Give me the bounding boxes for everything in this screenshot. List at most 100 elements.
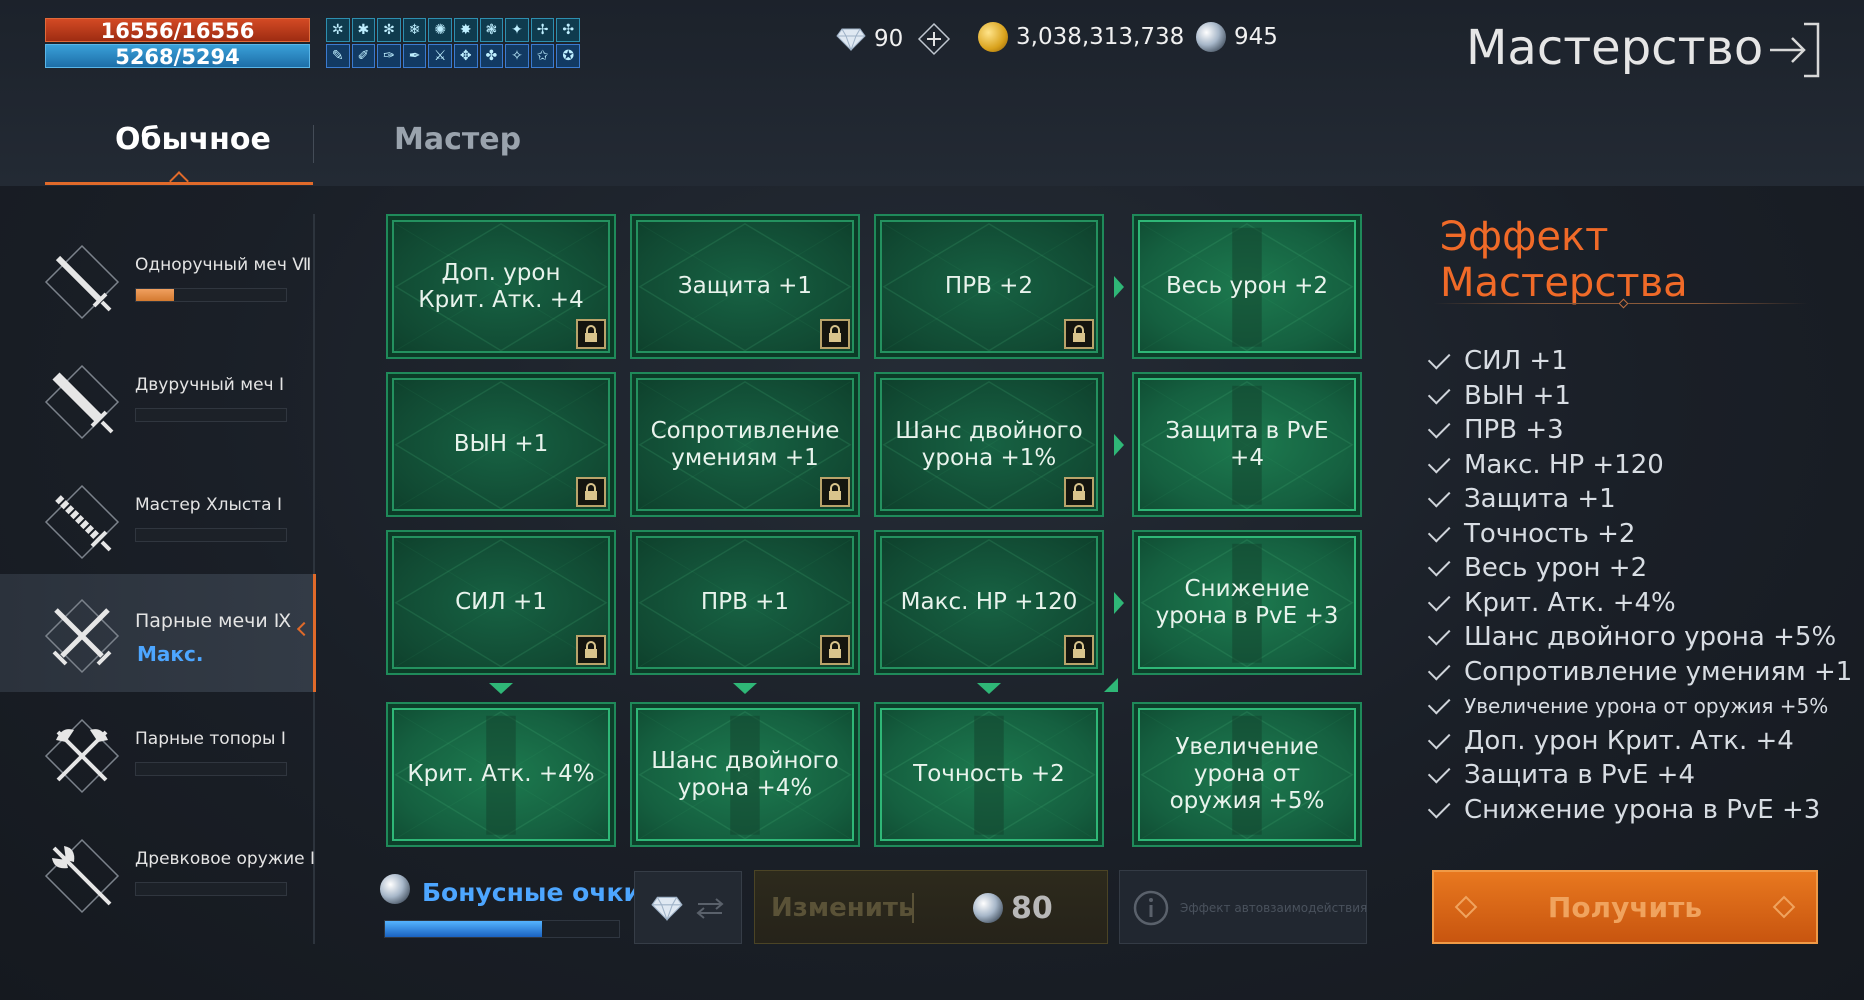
tab-normal[interactable]: Обычное [115, 122, 271, 157]
buff-icon: ⚔ [428, 44, 452, 68]
mastery-node-label: Крит. Атк. +4% [407, 761, 595, 787]
weapon-progress-bar [135, 882, 287, 896]
change-cost: 80 [1011, 891, 1053, 926]
effect-item: Снижение урона в PvE +3 [1427, 793, 1832, 828]
buff-icon: ✧ [505, 44, 529, 68]
weapon-name: Парные мечи Ⅸ [135, 610, 292, 632]
ornament-left [1454, 895, 1478, 919]
weapon-name: Мастер Хлыста Ⅰ [135, 495, 283, 515]
buff-icon: ❄ [402, 18, 427, 42]
mastery-node-label: Сопротивление умениям +1 [650, 417, 840, 471]
lock-icon [820, 477, 850, 507]
effect-title: Эффект Мастерства [1440, 214, 1688, 306]
weapon-progress-bar [135, 762, 287, 776]
lock-icon [1064, 635, 1094, 665]
checkmark-icon [1427, 347, 1451, 370]
checkmark-icon [1427, 623, 1451, 646]
mastery-node-double-damage-chance[interactable]: Шанс двойного урона +1% [874, 372, 1104, 517]
mastery-node-max-hp[interactable]: Макс. HP +120 [874, 530, 1104, 675]
sidebar-item-dual-swords[interactable]: Парные мечи Ⅸ Макс. [0, 574, 316, 692]
diamond-currency: 90 [836, 22, 951, 56]
mastery-node-all-damage[interactable]: Весь урон +2 [1132, 214, 1362, 359]
checkmark-icon [1427, 450, 1451, 474]
swap-arrows-icon [696, 897, 724, 919]
change-label: Изменить [771, 893, 915, 923]
effect-item-text: ВЫН +1 [1464, 380, 1571, 411]
buff-icon: ❃ [479, 18, 504, 42]
mastery-node-double-damage-chance[interactable]: Шанс двойного урона +4% [630, 702, 860, 847]
add-diamonds-button[interactable] [917, 22, 951, 56]
effect-item: Защита +1 [1427, 482, 1832, 517]
progress-arrow-diagonal-icon [1104, 678, 1118, 692]
claim-button[interactable]: Получить [1432, 870, 1818, 944]
buff-icon: ✒ [402, 44, 427, 68]
silver-count: 945 [1234, 24, 1278, 50]
mastery-node-label: Защита в PvE +4 [1165, 417, 1329, 471]
weapon-name: Одноручный меч Ⅶ [135, 255, 312, 275]
sidebar-item-polearm[interactable]: Древковое оружие Ⅰ [0, 814, 316, 932]
buff-icon: ✣ [556, 18, 580, 42]
mastery-node-skill-resistance[interactable]: Сопротивление умениям +1 [630, 372, 860, 517]
buff-icon: ✸ [454, 18, 478, 42]
auto-interaction-button[interactable]: Эффект автовзаимодействия [1119, 870, 1367, 944]
checkmark-icon [1427, 416, 1451, 439]
mastery-node-weapon-damage-increase[interactable]: Увеличение урона от оружия +5% [1132, 702, 1362, 847]
sidebar-item-one-handed-sword[interactable]: Одноручный меч Ⅶ [0, 220, 316, 338]
buff-icon: ✦ [505, 18, 529, 42]
mastery-node-pve-defense[interactable]: Защита в PvE +4 [1132, 372, 1362, 517]
tab-master[interactable]: Мастер [394, 122, 521, 157]
mastery-node-label: Шанс двойного урона +4% [651, 747, 839, 801]
effect-item: Шанс двойного урона +5% [1427, 620, 1836, 655]
effect-item-text: СИЛ +1 [1464, 346, 1568, 377]
effect-item-text: Макс. HP +120 [1464, 449, 1664, 480]
swap-currency-button[interactable] [634, 871, 742, 944]
tab-divider [313, 125, 314, 163]
mastery-node-agility[interactable]: ПРВ +2 [874, 214, 1104, 359]
effect-item: Весь урон +2 [1427, 551, 1832, 586]
mastery-node-strength[interactable]: СИЛ +1 [386, 530, 616, 675]
effect-item: ПРВ +3 [1427, 413, 1832, 448]
diamond-icon [836, 28, 866, 51]
buff-icon: ✑ [377, 44, 401, 68]
effect-item-text: Защита +1 [1464, 484, 1616, 515]
ornament-right [1772, 895, 1796, 919]
dual-swords-icon [44, 598, 120, 674]
bonus-points-icon [380, 874, 410, 904]
diamond-count: 90 [874, 26, 904, 52]
gold-coin-icon [978, 22, 1008, 52]
mastery-node-pve-damage-reduction[interactable]: Снижение урона в PvE +3 [1132, 530, 1362, 675]
two-handed-sword-icon [44, 364, 120, 440]
mastery-node-label: ВЫН +1 [453, 431, 549, 457]
sidebar-item-whip-master[interactable]: Мастер Хлыста Ⅰ [0, 460, 316, 578]
mastery-node-defense[interactable]: Защита +1 [630, 214, 860, 359]
mastery-node-crit-extra-damage[interactable]: Доп. урон Крит. Атк. +4 [386, 214, 616, 359]
buff-icon: ✻ [377, 18, 401, 42]
mastery-node-label: Увеличение урона от оружия +5% [1169, 734, 1325, 814]
checkmark-icon [1427, 761, 1451, 784]
effect-item: СИЛ +1 [1427, 344, 1832, 379]
silver-orb-icon [1196, 22, 1226, 52]
mastery-node-accuracy[interactable]: Точность +2 [874, 702, 1104, 847]
info-icon [1133, 890, 1169, 926]
weapon-progress-bar [135, 288, 287, 302]
sidebar-item-dual-axes[interactable]: Парные топоры Ⅰ [0, 694, 316, 812]
mastery-node-label: ПРВ +2 [944, 273, 1034, 299]
lock-icon [1064, 319, 1094, 349]
sidebar-item-two-handed-sword[interactable]: Двуручный меч Ⅰ [0, 340, 316, 458]
weapon-max-status: Макс. [137, 642, 204, 666]
dual-axes-icon [44, 718, 120, 794]
progress-arrow-right-icon [1114, 275, 1124, 298]
effect-item-text: Доп. урон Крит. Атк. +4 [1464, 725, 1794, 756]
exit-icon[interactable] [1764, 20, 1822, 80]
buff-icons: ✲ ✱ ✻ ❄ ✺ ✸ ❃ ✦ ✢ ✣ ✎ ✐ ✑ ✒ ⚔ ✥ ✤ ✧ ✩ ✪ [326, 18, 580, 68]
effect-item: Макс. HP +120 [1427, 448, 1832, 483]
mastery-node-label: Макс. HP +120 [900, 589, 1078, 615]
weapon-name: Парные топоры Ⅰ [135, 729, 286, 749]
mastery-node-agility[interactable]: ПРВ +1 [630, 530, 860, 675]
effect-item-text: Снижение урона в PvE +3 [1464, 794, 1821, 825]
polearm-icon [44, 838, 120, 914]
mastery-node-stamina[interactable]: ВЫН +1 [386, 372, 616, 517]
lock-icon [576, 477, 606, 507]
mastery-node-crit-attack[interactable]: Крит. Атк. +4% [386, 702, 616, 847]
change-button[interactable]: Изменить 80 [754, 870, 1108, 944]
